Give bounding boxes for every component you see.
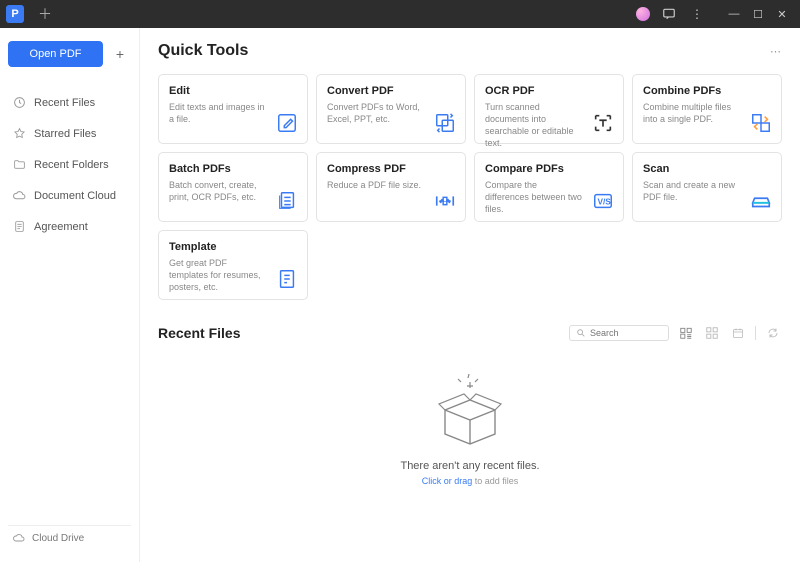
sidebar-item-agreement[interactable]: Agreement <box>8 212 131 241</box>
minimize-button[interactable]: — <box>722 0 746 28</box>
view-list-icon[interactable] <box>677 324 695 342</box>
view-grid-icon[interactable] <box>703 324 721 342</box>
app-logo-icon: P <box>6 5 24 23</box>
maximize-button[interactable]: ☐ <box>746 0 770 28</box>
tool-card-scan[interactable]: ScanScan and create a new PDF file. <box>632 152 782 222</box>
quick-tools-title: Quick Tools <box>158 42 248 60</box>
search-input[interactable] <box>590 328 662 338</box>
tool-card-title: Scan <box>643 163 771 175</box>
search-box[interactable] <box>569 325 669 341</box>
clock-icon <box>12 96 26 109</box>
tool-card-ocr-pdf[interactable]: OCR PDFTurn scanned documents into searc… <box>474 74 624 144</box>
folder-icon <box>12 158 26 171</box>
sidebar-item-label: Recent Folders <box>34 159 109 171</box>
cloud-drive-label: Cloud Drive <box>32 533 84 544</box>
tool-card-title: Compare PDFs <box>485 163 613 175</box>
tool-card-edit[interactable]: EditEdit texts and images in a file. <box>158 74 308 144</box>
search-icon <box>576 328 586 338</box>
quick-tools-more-icon[interactable]: ⋯ <box>770 45 782 58</box>
feedback-icon[interactable] <box>660 5 678 23</box>
tool-card-compress-pdf[interactable]: Compress PDFReduce a PDF file size. <box>316 152 466 222</box>
sidebar-item-label: Document Cloud <box>34 190 116 202</box>
tool-card-title: Compress PDF <box>327 163 455 175</box>
sidebar-item-label: Recent Files <box>34 97 95 109</box>
empty-state-title: There aren't any recent files. <box>400 460 539 472</box>
tool-card-compare-pdfs[interactable]: Compare PDFsCompare the differences betw… <box>474 152 624 222</box>
compare-icon: V/S <box>591 189 615 213</box>
batch-icon <box>275 189 299 213</box>
open-pdf-button[interactable]: Open PDF <box>8 41 103 67</box>
tool-card-title: Combine PDFs <box>643 85 771 97</box>
titlebar: P ＋ ⋮ — ☐ ✕ <box>0 0 800 28</box>
calendar-icon[interactable] <box>729 324 747 342</box>
sidebar-item-recent-files[interactable]: Recent Files <box>8 88 131 117</box>
star-icon <box>12 127 26 140</box>
more-menu-icon[interactable]: ⋮ <box>688 5 706 23</box>
cloud-icon <box>12 532 26 544</box>
cloud-drive-button[interactable]: Cloud Drive <box>8 525 131 550</box>
recent-files-empty-state: There aren't any recent files. Click or … <box>158 372 782 486</box>
tool-card-title: Batch PDFs <box>169 163 297 175</box>
sidebar-item-starred-files[interactable]: Starred Files <box>8 119 131 148</box>
empty-state-action-link[interactable]: Click or drag <box>422 476 473 486</box>
combine-icon <box>749 111 773 135</box>
refresh-icon[interactable] <box>764 324 782 342</box>
tool-card-title: Convert PDF <box>327 85 455 97</box>
scan-icon <box>749 189 773 213</box>
recent-files-title: Recent Files <box>158 325 240 341</box>
new-tab-button[interactable]: ＋ <box>38 4 52 24</box>
tool-card-batch-pdfs[interactable]: Batch PDFsBatch convert, create, print, … <box>158 152 308 222</box>
template-icon <box>275 267 299 291</box>
agreement-icon <box>12 220 26 233</box>
sidebar: Open PDF + Recent Files Starred Files Rece… <box>0 28 140 562</box>
tool-card-convert-pdf[interactable]: Convert PDFConvert PDFs to Word, Excel, … <box>316 74 466 144</box>
sidebar-item-label: Starred Files <box>34 128 96 140</box>
svg-text:V/S: V/S <box>598 198 612 207</box>
close-button[interactable]: ✕ <box>770 0 794 28</box>
main-panel: Quick Tools ⋯ EditEdit texts and images … <box>140 28 800 562</box>
sidebar-item-recent-folders[interactable]: Recent Folders <box>8 150 131 179</box>
user-avatar[interactable] <box>636 7 650 21</box>
sidebar-item-label: Agreement <box>34 221 88 233</box>
ocr-icon <box>591 111 615 135</box>
empty-state-subtitle: Click or drag to add files <box>422 476 519 486</box>
tool-card-template[interactable]: TemplateGet great PDF templates for resu… <box>158 230 308 300</box>
tool-card-title: OCR PDF <box>485 85 613 97</box>
compress-icon <box>433 189 457 213</box>
convert-icon <box>433 111 457 135</box>
tool-card-title: Edit <box>169 85 297 97</box>
tool-card-title: Template <box>169 241 297 253</box>
cloud-icon <box>12 189 26 202</box>
edit-icon <box>275 111 299 135</box>
create-pdf-button[interactable]: + <box>109 40 131 68</box>
sidebar-item-document-cloud[interactable]: Document Cloud <box>8 181 131 210</box>
empty-box-icon <box>425 372 515 452</box>
tool-card-combine-pdfs[interactable]: Combine PDFsCombine multiple files into … <box>632 74 782 144</box>
